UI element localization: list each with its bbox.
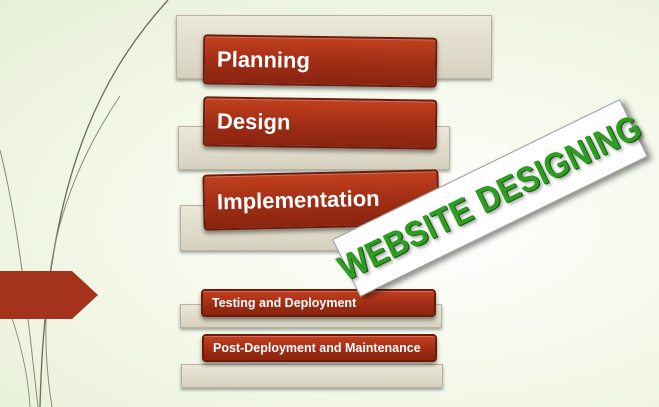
step-post-deployment-maintenance: Post-Deployment and Maintenance [202,334,437,362]
step-label: Post-Deployment and Maintenance [213,341,421,355]
step-planning: Planning [202,34,438,88]
step-label: Testing and Deployment [212,296,357,310]
step-backplate [181,364,443,388]
slide: Planning Design Implementation Testing a… [0,0,659,407]
step-label: Implementation [216,185,380,215]
step-label: Planning [216,46,311,73]
step-design: Design [202,96,438,150]
step-testing-deployment: Testing and Deployment [201,289,436,317]
step-label: Design [216,108,291,135]
